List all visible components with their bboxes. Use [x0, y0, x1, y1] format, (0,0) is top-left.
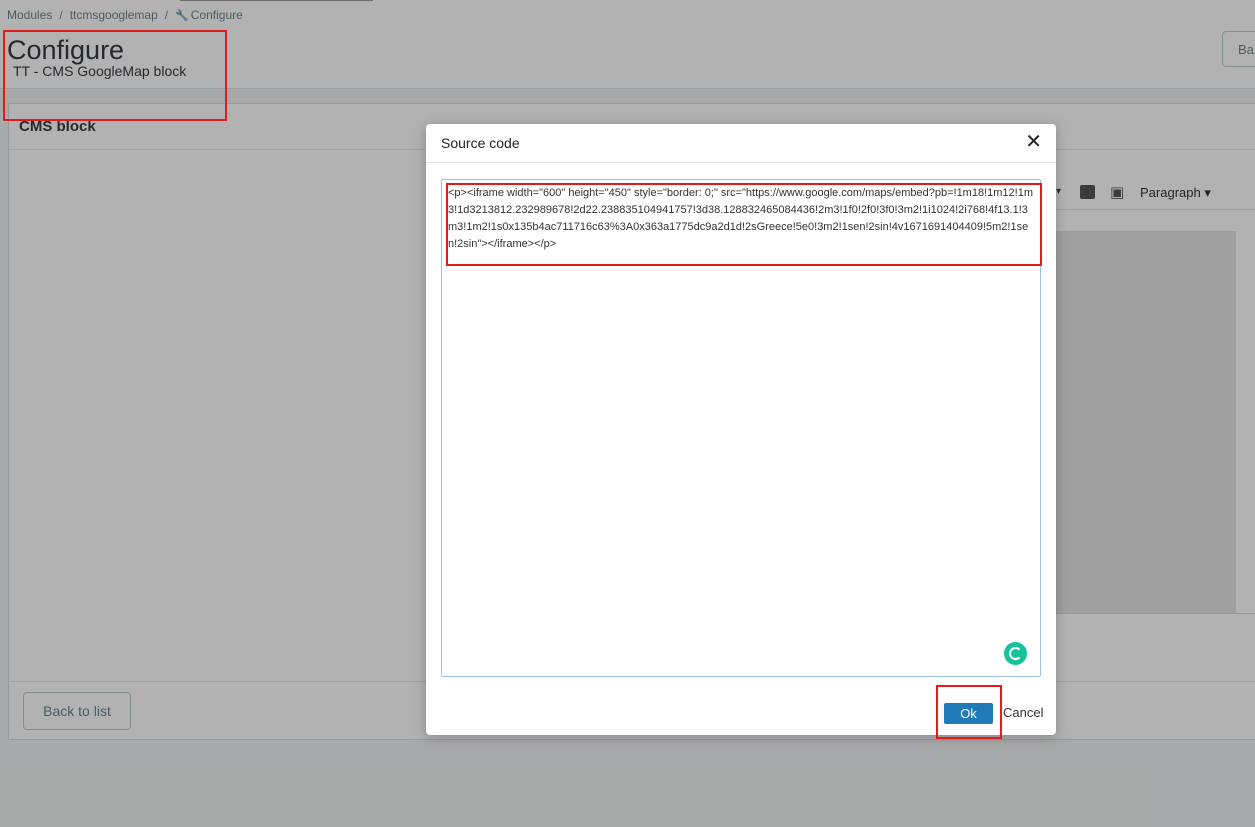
cancel-button[interactable]: Cancel — [1003, 705, 1043, 720]
source-code-textarea[interactable]: <p><iframe width="600" height="450" styl… — [441, 179, 1041, 677]
grammarly-icon[interactable] — [1004, 642, 1027, 665]
dialog-title: Source code — [441, 135, 520, 151]
close-icon[interactable]: ✕ — [1025, 131, 1042, 153]
source-code-dialog: Source code ✕ <p><iframe width="600" hei… — [426, 124, 1056, 735]
ok-button[interactable]: Ok — [944, 703, 993, 724]
dialog-header: Source code ✕ — [426, 124, 1056, 163]
